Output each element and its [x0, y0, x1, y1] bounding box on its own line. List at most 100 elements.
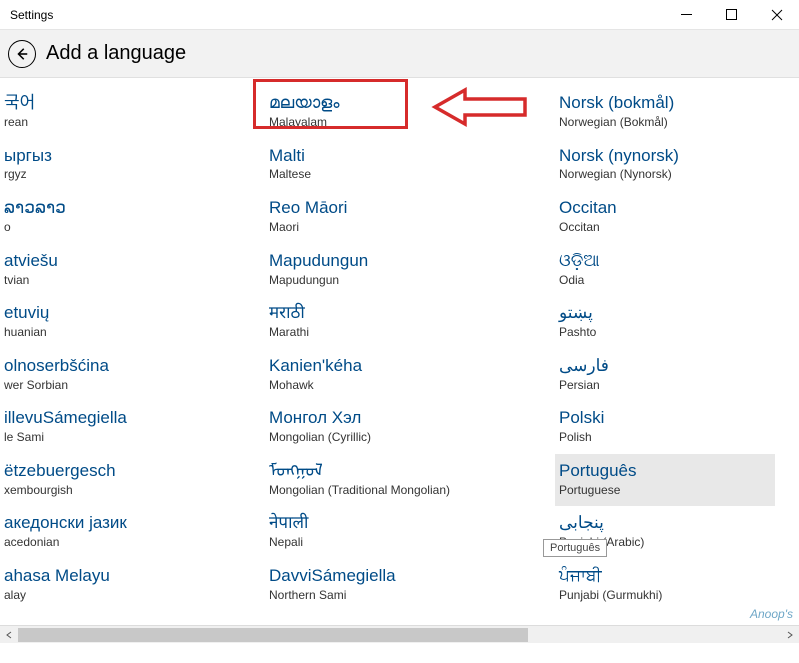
- language-item[interactable]: ëtzebuergeschxembourgish: [0, 454, 245, 507]
- language-item[interactable]: MapudungunMapudungun: [265, 244, 535, 297]
- language-native-name: پښتو: [559, 302, 771, 325]
- minimize-button[interactable]: [664, 0, 709, 30]
- language-item[interactable]: Kanien'kéhaMohawk: [265, 349, 535, 402]
- language-native-name: 국어: [4, 92, 241, 115]
- language-english-name: alay: [4, 588, 241, 604]
- language-columns: 국어reanыргызrgyzລາວລາວoatviešutvianetuvių…: [0, 78, 799, 611]
- language-native-name: فارسى: [559, 355, 771, 378]
- language-english-name: Occitan: [559, 220, 771, 236]
- language-native-name: Norsk (nynorsk): [559, 145, 771, 168]
- language-english-name: Mapudungun: [269, 273, 531, 289]
- language-english-name: Norwegian (Bokmål): [559, 115, 771, 131]
- language-english-name: tvian: [4, 273, 241, 289]
- language-item[interactable]: olnoserbšćinawer Sorbian: [0, 349, 245, 402]
- language-native-name: മലയാളം: [269, 92, 531, 115]
- language-native-name: Монгол Хэл: [269, 407, 531, 430]
- language-english-name: Norwegian (Nynorsk): [559, 167, 771, 183]
- language-native-name: ᠮᠣᠩᠭᠣᠯ: [269, 460, 531, 483]
- language-item[interactable]: PortuguêsPortuguese: [555, 454, 775, 507]
- language-item[interactable]: فارسىPersian: [555, 349, 775, 402]
- language-english-name: Portuguese: [559, 483, 771, 499]
- language-native-name: नेपाली: [269, 512, 531, 535]
- language-item[interactable]: PolskiPolish: [555, 401, 775, 454]
- language-item[interactable]: DavviSámegiellaNorthern Sami: [265, 559, 535, 612]
- scroll-thumb[interactable]: [18, 628, 528, 642]
- language-english-name: rean: [4, 115, 241, 131]
- language-native-name: Reo Māori: [269, 197, 531, 220]
- language-item[interactable]: illevuSámegiellale Sami: [0, 401, 245, 454]
- minimize-icon: [681, 9, 692, 20]
- language-native-name: Occitan: [559, 197, 771, 220]
- maximize-icon: [726, 9, 737, 20]
- scroll-left-arrow[interactable]: [0, 626, 18, 644]
- language-english-name: Mongolian (Traditional Mongolian): [269, 483, 531, 499]
- language-column-2: മലയാളംMalayalamMaltiMalteseReo MāoriMaor…: [255, 86, 545, 611]
- language-item[interactable]: ਪੰਜਾਬੀPunjabi (Gurmukhi): [555, 559, 775, 612]
- language-english-name: acedonian: [4, 535, 241, 551]
- language-native-name: Português: [559, 460, 771, 483]
- language-item[interactable]: Norsk (bokmål)Norwegian (Bokmål): [555, 86, 775, 139]
- language-item[interactable]: ahasa Melayualay: [0, 559, 245, 612]
- close-button[interactable]: [754, 0, 799, 30]
- language-native-name: Polski: [559, 407, 771, 430]
- language-item[interactable]: Norsk (nynorsk)Norwegian (Nynorsk): [555, 139, 775, 192]
- language-item[interactable]: ລາວລາວo: [0, 191, 245, 244]
- language-english-name: Pashto: [559, 325, 771, 341]
- page-header: Add a language: [0, 30, 799, 78]
- language-item[interactable]: മലയാളംMalayalam: [265, 86, 535, 139]
- language-english-name: Marathi: [269, 325, 531, 341]
- language-english-name: Mohawk: [269, 378, 531, 394]
- language-item[interactable]: Reo MāoriMaori: [265, 191, 535, 244]
- language-english-name: le Sami: [4, 430, 241, 446]
- language-english-name: huanian: [4, 325, 241, 341]
- titlebar: Settings: [0, 0, 799, 30]
- scroll-right-arrow[interactable]: [781, 626, 799, 644]
- language-native-name: پنجابی: [559, 512, 771, 535]
- language-english-name: Mongolian (Cyrillic): [269, 430, 531, 446]
- language-native-name: illevuSámegiella: [4, 407, 241, 430]
- language-item[interactable]: नेपालीNepali: [265, 506, 535, 559]
- language-native-name: акедонски јазик: [4, 512, 241, 535]
- language-item[interactable]: پښتوPashto: [555, 296, 775, 349]
- scroll-track[interactable]: [18, 626, 781, 643]
- language-native-name: atviešu: [4, 250, 241, 273]
- back-button[interactable]: [8, 40, 36, 68]
- back-arrow-icon: [15, 47, 29, 61]
- language-native-name: Kanien'kéha: [269, 355, 531, 378]
- language-native-name: etuvių: [4, 302, 241, 325]
- window-title: Settings: [0, 8, 53, 22]
- language-native-name: ahasa Melayu: [4, 565, 241, 588]
- language-native-name: Norsk (bokmål): [559, 92, 771, 115]
- language-item[interactable]: ᠮᠣᠩᠭᠣᠯMongolian (Traditional Mongolian): [265, 454, 535, 507]
- language-item[interactable]: 국어rean: [0, 86, 245, 139]
- language-english-name: rgyz: [4, 167, 241, 183]
- language-english-name: wer Sorbian: [4, 378, 241, 394]
- language-english-name: Maltese: [269, 167, 531, 183]
- language-english-name: Nepali: [269, 535, 531, 551]
- language-item[interactable]: OccitanOccitan: [555, 191, 775, 244]
- language-english-name: Polish: [559, 430, 771, 446]
- maximize-button[interactable]: [709, 0, 754, 30]
- language-item[interactable]: акедонски јазикacedonian: [0, 506, 245, 559]
- language-native-name: olnoserbšćina: [4, 355, 241, 378]
- language-english-name: o: [4, 220, 241, 236]
- language-item[interactable]: etuviųhuanian: [0, 296, 245, 349]
- language-native-name: ыргыз: [4, 145, 241, 168]
- language-item[interactable]: मराठीMarathi: [265, 296, 535, 349]
- language-item[interactable]: atviešutvian: [0, 244, 245, 297]
- language-english-name: Persian: [559, 378, 771, 394]
- watermark: Anoop's: [750, 607, 793, 621]
- language-item[interactable]: ଓଡ଼ିଆOdia: [555, 244, 775, 297]
- language-english-name: Northern Sami: [269, 588, 531, 604]
- page-title: Add a language: [46, 42, 186, 65]
- language-item[interactable]: ыргызrgyz: [0, 139, 245, 192]
- language-column-1: 국어reanыргызrgyzລາວລາວoatviešutvianetuvių…: [0, 86, 255, 611]
- language-item[interactable]: MaltiMaltese: [265, 139, 535, 192]
- language-native-name: ଓଡ଼ିଆ: [559, 250, 771, 273]
- horizontal-scrollbar[interactable]: [0, 625, 799, 643]
- content-area: 국어reanыргызrgyzລາວລາວoatviešutvianetuvių…: [0, 78, 799, 643]
- language-english-name: Malayalam: [269, 115, 531, 131]
- language-native-name: Mapudungun: [269, 250, 531, 273]
- language-item[interactable]: Монгол ХэлMongolian (Cyrillic): [265, 401, 535, 454]
- language-native-name: ਪੰਜਾਬੀ: [559, 565, 771, 588]
